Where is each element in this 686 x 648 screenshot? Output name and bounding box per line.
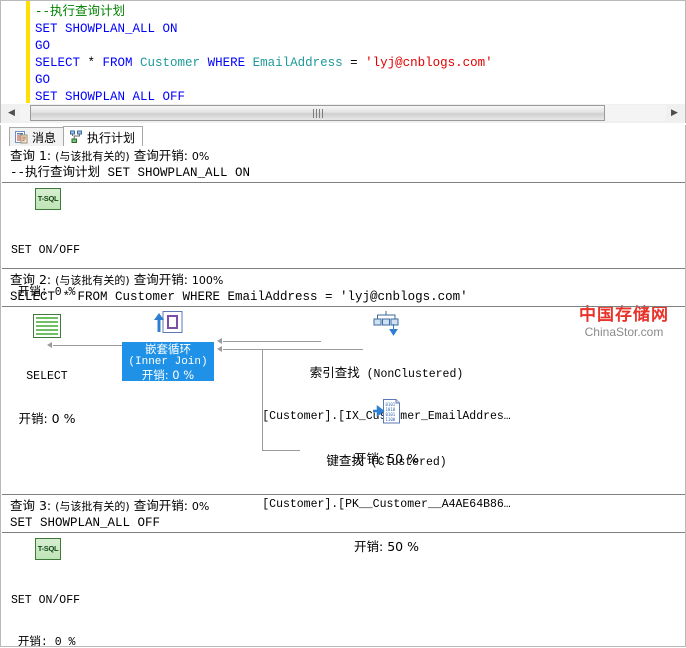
sql-token: FROM — [102, 56, 141, 70]
execution-plan-icon — [69, 130, 83, 144]
sql-token: SET SHOWPLAN ALL OFF — [35, 90, 186, 104]
query-1-cost-label: 查询开销: — [129, 148, 192, 163]
sql-token: Customer — [140, 56, 208, 70]
query-2-top-separator — [2, 268, 685, 269]
plan-node-select-line2: 开销: 0 % — [18, 411, 76, 426]
plan-node-tsql-1[interactable]: T-SQL SET ON/OFF 开销: 0 % — [11, 188, 89, 328]
index-seek-icon — [371, 310, 401, 336]
sql-token: EmailAddress — [252, 56, 351, 70]
query-1-separator — [2, 182, 685, 183]
plan-node-index-seek-name: 索引查找 — [309, 365, 360, 380]
result-set-icon — [33, 314, 61, 338]
query-1-cost-value: 0% — [191, 150, 210, 163]
key-lookup-icon: 0101 1010 0101 1100 — [372, 398, 402, 425]
tab-execution-plan[interactable]: 执行计划 — [63, 126, 144, 147]
plan-node-key-lookup-line1: 键查找 (Clustered) — [244, 454, 529, 470]
ssms-results-window: --执行查询计划 SET SHOWPLAN_ALL ON GO SELECT * FR… — [0, 0, 686, 648]
query-3-separator — [2, 532, 685, 533]
tsql-icon: T-SQL — [35, 188, 61, 210]
plan-node-nested-loops-line3: 开销: 0 % — [141, 368, 195, 382]
query-section-2: 查询 2: (与该批有关的) 查询开销: 100% SELECT * FROM … — [1, 272, 685, 305]
scroll-left-arrow-icon[interactable]: ◀ — [3, 104, 20, 121]
plan-node-tsql-1-line1: SET ON/OFF — [11, 244, 81, 257]
plan-node-tsql-2-line1: SET ON/OFF — [11, 594, 81, 607]
plan-node-select-line1: SELECT — [26, 370, 68, 383]
watermark-cn-text: 中国存储网 — [579, 305, 669, 325]
sql-code-text[interactable]: --执行查询计划 SET SHOWPLAN_ALL ON GO SELECT * FR… — [35, 4, 493, 104]
execution-plan-canvas[interactable]: 中国存储网 ChinaStor.com 查询 1: (与该批有关的) 查询开销:… — [0, 146, 686, 647]
plan-node-key-lookup-line3: 开销: 50 % — [354, 539, 419, 554]
sql-code-line-3: GO — [35, 38, 493, 55]
sql-code-line-1: --执行查询计划 — [35, 4, 493, 21]
sql-code-line-6: SET SHOWPLAN ALL OFF — [35, 89, 493, 104]
plan-node-nested-loops-line1: 嵌套循环 — [145, 342, 191, 356]
scrollbar-grip-icon — [312, 109, 324, 118]
tab-execution-plan-label: 执行计划 — [87, 130, 136, 145]
scrollbar-track[interactable] — [20, 105, 666, 121]
query-3-title: 查询 3: — [10, 498, 56, 513]
nested-loops-icon — [154, 310, 184, 338]
query-1-sql-text: --执行查询计划 SET SHOWPLAN_ALL ON — [10, 166, 251, 180]
watermark-en-text: ChinaStor.com — [584, 325, 664, 339]
editor-gutter — [1, 1, 25, 103]
sql-code-line-2: SET SHOWPLAN_ALL ON — [35, 21, 493, 38]
plan-node-index-seek-kind: (NonClustered) — [359, 368, 464, 381]
plan-node-key-lookup-name: 键查找 — [326, 453, 364, 468]
query-2-batch-note: (与该批有关的) — [55, 274, 130, 287]
sql-token: SET SHOWPLAN_ALL ON — [35, 22, 178, 36]
sql-token: GO — [35, 73, 51, 87]
query-2-sql-text: SELECT * FROM Customer WHERE EmailAddres… — [10, 290, 468, 304]
sql-code-line-5: GO — [35, 72, 493, 89]
tsql-icon: T-SQL — [35, 538, 61, 560]
query-3-cost-label: 查询开销: — [129, 498, 192, 513]
plan-node-index-seek-line1: 索引查找 (NonClustered) — [244, 366, 529, 382]
query-3-cost-value: 0% — [191, 500, 210, 513]
plan-node-tsql-2-caption: SET ON/OFF 开销: 0 % — [11, 566, 89, 647]
query-1-batch-note: (与该批有关的) — [55, 150, 130, 163]
svg-text:1100: 1100 — [386, 417, 396, 422]
tab-messages[interactable]: 消息 — [9, 127, 65, 147]
query-3-batch-note: (与该批有关的) — [55, 500, 130, 513]
query-section-3: 查询 3: (与该批有关的) 查询开销: 0% SET SHOWPLAN_ALL… — [1, 498, 685, 531]
plan-node-tsql-2-line2: 开销: 0 % — [11, 636, 76, 647]
query-1-title: 查询 1: — [10, 148, 56, 163]
scroll-right-arrow-icon[interactable]: ▶ — [666, 104, 683, 121]
messages-icon — [15, 131, 28, 144]
sql-token: 'lyj@cnblogs.com' — [365, 56, 493, 70]
sql-token: --执行查询计划 — [35, 5, 126, 19]
scrollbar-thumb[interactable] — [30, 105, 605, 121]
query-1-header: 查询 1: (与该批有关的) 查询开销: 0% — [1, 148, 685, 165]
plan-node-nested-loops[interactable]: 嵌套循环 (Inner Join) 开销: 0 % — [122, 342, 214, 382]
sql-token: SELECT — [35, 56, 88, 70]
sql-code-line-4: SELECT * FROM Customer WHERE EmailAddres… — [35, 55, 493, 72]
sql-token: GO — [35, 39, 51, 53]
query-2-separator — [2, 306, 685, 307]
query-2-title: 查询 2: — [10, 272, 56, 287]
connector-key-lookup-arrow-icon — [217, 346, 222, 352]
query-2-header: 查询 2: (与该批有关的) 查询开销: 100% — [1, 272, 685, 289]
sql-token: WHERE — [207, 56, 253, 70]
query-section-1: 查询 1: (与该批有关的) 查询开销: 0% --执行查询计划 SET SHO… — [1, 148, 685, 181]
sql-token: = — [350, 56, 366, 70]
query-3-header: 查询 3: (与该批有关的) 查询开销: 0% — [1, 498, 685, 515]
connector-index-seek-arrow-icon — [217, 338, 222, 344]
results-tabstrip: 消息 执行计划 — [0, 125, 686, 147]
query-2-cost-label: 查询开销: — [129, 272, 192, 287]
tab-messages-label: 消息 — [32, 131, 57, 145]
query-3-top-separator — [2, 494, 685, 495]
plan-node-select-caption: SELECT 开销: 0 % — [9, 342, 85, 454]
plan-node-key-lookup-kind: (Clustered) — [363, 456, 447, 469]
watermark: 中国存储网 ChinaStor.com — [568, 305, 680, 340]
changed-lines-indicator — [26, 1, 30, 103]
query-3-sql-text: SET SHOWPLAN_ALL OFF — [10, 516, 161, 530]
sql-editor-pane[interactable]: --执行查询计划 SET SHOWPLAN_ALL ON GO SELECT * FR… — [0, 0, 686, 104]
query-2-cost-value: 100% — [191, 274, 224, 287]
sql-token: * — [87, 56, 103, 70]
plan-node-select[interactable]: SELECT 开销: 0 % — [9, 314, 85, 454]
plan-node-tsql-2[interactable]: T-SQL SET ON/OFF 开销: 0 % — [11, 538, 89, 647]
editor-horizontal-scrollbar[interactable]: ◀ ▶ — [0, 104, 686, 123]
